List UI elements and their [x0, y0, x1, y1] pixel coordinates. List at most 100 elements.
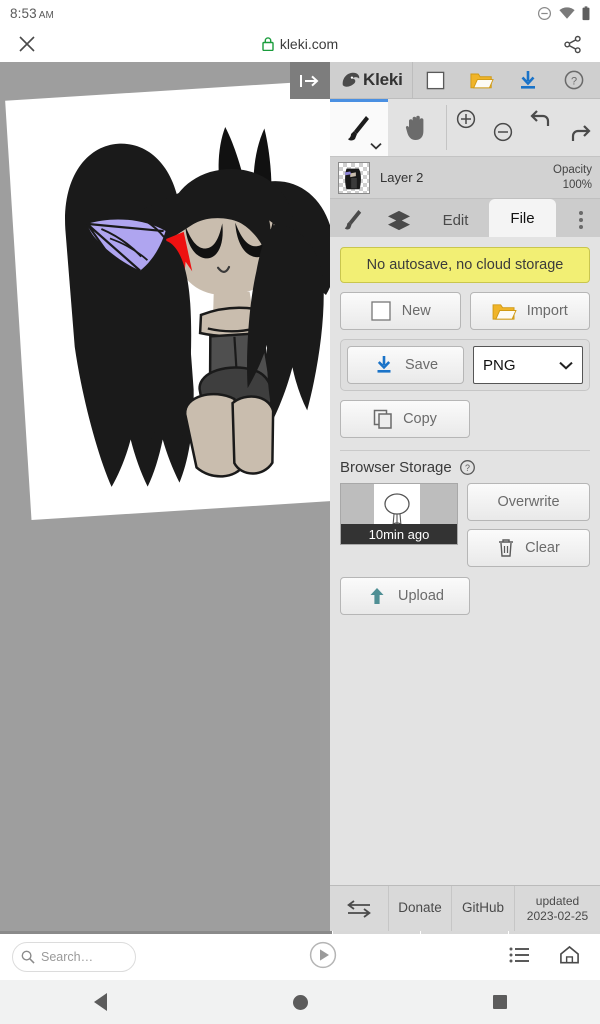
search-icon [21, 950, 35, 964]
close-tab-button[interactable] [14, 35, 40, 53]
tab-brush[interactable] [330, 203, 376, 237]
screen: 8:53 AM kleki.com Kleki ? Layer 2 Opacit… [0, 0, 600, 1024]
github-button[interactable]: GitHub [451, 886, 514, 931]
tab-more-menu[interactable] [562, 203, 600, 237]
new-button-label: New [401, 303, 431, 319]
recents-button[interactable] [470, 995, 530, 1009]
overwrite-button[interactable]: Overwrite [467, 483, 590, 521]
battery-icon [582, 5, 590, 20]
new-import-row: New Import [340, 292, 590, 330]
import-folder-icon [492, 304, 517, 320]
zoom-group [447, 99, 600, 156]
help-icon: ? [564, 70, 583, 90]
new-button[interactable]: New [340, 292, 461, 330]
artwork-illustration [65, 127, 330, 487]
help-icon[interactable]: ? [459, 459, 476, 476]
redo-icon [572, 125, 591, 141]
tab-layers[interactable] [376, 203, 422, 237]
browser-toolbar: kleki.com [0, 26, 600, 62]
kleki-tool-panel: Kleki ? Layer 2 Opacity 100% Edit File N… [290, 62, 600, 931]
upload-button[interactable]: Upload [340, 577, 470, 615]
collapse-panel-button[interactable] [290, 62, 330, 99]
status-icon-group [537, 5, 590, 21]
tab-edit[interactable]: Edit [422, 203, 489, 237]
layer-opacity[interactable]: Opacity 100% [553, 163, 592, 192]
kleki-logo[interactable]: Kleki [330, 62, 413, 98]
download-button[interactable] [505, 62, 551, 98]
tab-file[interactable]: File [489, 199, 556, 237]
chevron-down-icon [370, 142, 382, 150]
address-bar[interactable]: kleki.com [262, 36, 338, 52]
panel-footer: Donate GitHub updated 2023-02-25 [330, 885, 600, 931]
hand-tool-button[interactable] [388, 99, 446, 156]
updated-date: 2023-02-25 [526, 908, 589, 923]
storage-thumbnail-caption: 10min ago [341, 524, 457, 544]
brush-icon [348, 116, 369, 141]
storage-actions: Overwrite Clear [467, 483, 590, 567]
zoom-in-button[interactable] [455, 108, 477, 135]
play-button[interactable] [309, 941, 337, 974]
browser-storage-label: Browser Storage [340, 459, 452, 476]
home-nav-button[interactable] [270, 994, 330, 1010]
copy-button-label: Copy [403, 411, 437, 427]
donate-button[interactable]: Donate [388, 886, 451, 931]
undo-button[interactable] [529, 108, 553, 135]
open-file-button[interactable] [459, 62, 505, 98]
lock-icon [262, 37, 274, 51]
svg-text:?: ? [571, 75, 577, 87]
file-panel: No autosave, no cloud storage New Import [330, 237, 600, 885]
divider [340, 450, 590, 451]
new-canvas-icon [371, 301, 391, 321]
tab-list-button[interactable] [509, 947, 529, 968]
download-icon [520, 71, 535, 89]
layers-icon [388, 210, 410, 231]
panel-tabs: Edit File [330, 199, 600, 237]
save-button-label: Save [404, 357, 439, 373]
search-placeholder: Search… [41, 950, 94, 964]
save-button[interactable]: Save [347, 346, 464, 384]
import-button[interactable]: Import [469, 292, 590, 330]
status-clock: 8:53 AM [10, 6, 54, 21]
redo-button[interactable] [568, 121, 592, 148]
share-icon [564, 35, 582, 53]
autosave-warning: No autosave, no cloud storage [340, 247, 590, 283]
brush-tab-icon [344, 210, 362, 230]
new-canvas-button[interactable] [413, 62, 459, 98]
swap-button[interactable] [330, 886, 388, 931]
help-button[interactable]: ? [551, 62, 597, 98]
copy-button[interactable]: Copy [340, 400, 470, 438]
overwrite-button-label: Overwrite [497, 494, 560, 510]
browser-storage-heading: Browser Storage ? [340, 459, 590, 476]
zoom-in-icon [456, 109, 475, 129]
home-circle-icon [292, 994, 308, 1010]
close-icon [19, 36, 35, 52]
back-button[interactable] [70, 993, 130, 1011]
layer-thumbnail[interactable] [338, 161, 370, 194]
download-icon [377, 356, 391, 373]
search-input[interactable]: Search… [12, 942, 136, 972]
drawing-canvas-area[interactable] [0, 62, 330, 931]
android-nav-bar [0, 980, 600, 1024]
storage-thumbnail[interactable]: 10min ago [340, 483, 458, 545]
canvas-paper[interactable] [5, 80, 330, 520]
trash-icon [499, 539, 514, 557]
collapse-panel-icon [300, 74, 319, 87]
share-button[interactable] [560, 35, 586, 54]
svg-text:?: ? [465, 463, 470, 473]
tool-row [330, 99, 600, 157]
clear-button[interactable]: Clear [467, 529, 590, 567]
upload-icon [370, 588, 384, 604]
panel-header: Kleki ? [330, 62, 600, 99]
format-select[interactable]: PNG [473, 346, 583, 384]
tab-list-icon [509, 947, 529, 962]
updated-label: updated [535, 894, 580, 909]
layer-name: Layer 2 [380, 170, 424, 185]
zoom-out-button[interactable] [492, 121, 514, 148]
do-not-disturb-icon [537, 6, 552, 20]
browser-actions [509, 945, 588, 970]
clock-ampm: AM [38, 9, 54, 21]
layer-row[interactable]: Layer 2 Opacity 100% [330, 157, 600, 199]
browser-bottom-bar: Search… [0, 934, 600, 980]
home-button[interactable] [559, 945, 580, 970]
brush-tool-button[interactable] [330, 99, 388, 156]
